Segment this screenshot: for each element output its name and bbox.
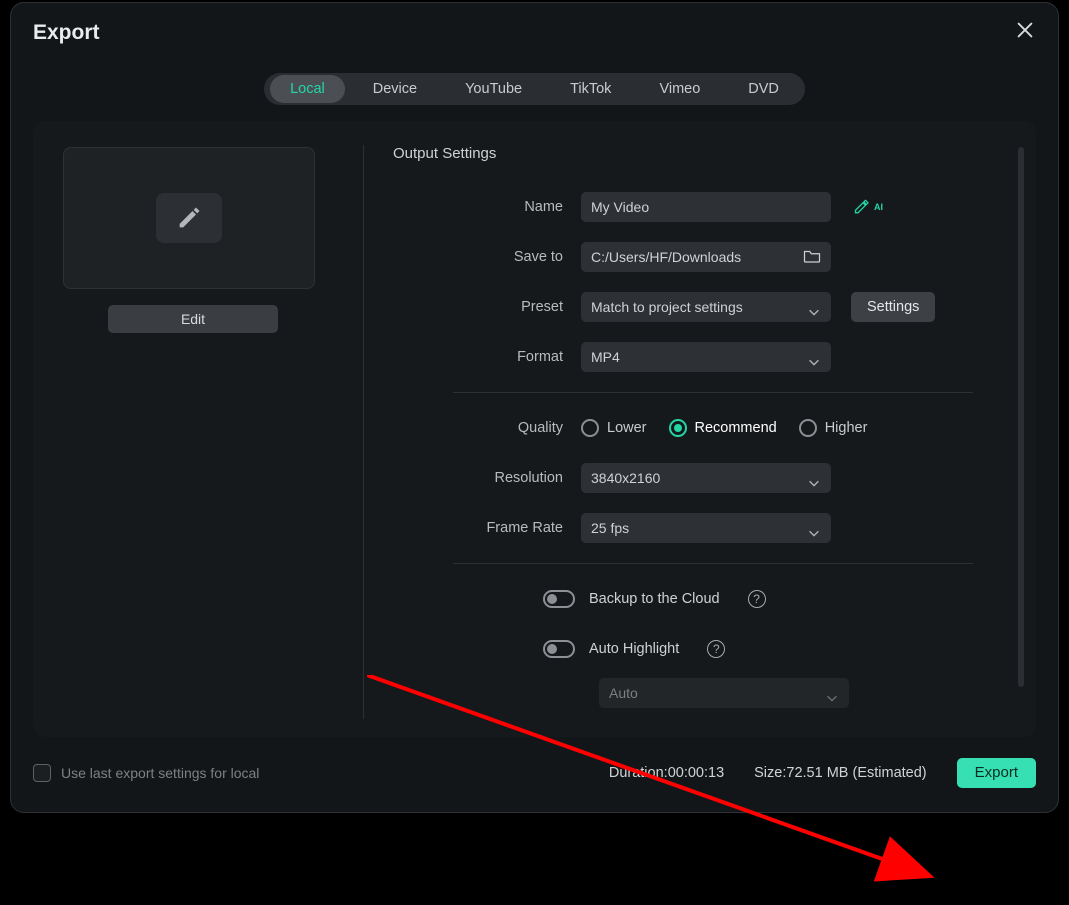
quality-higher[interactable]: Higher	[799, 419, 868, 437]
save-to-path: C:/Users/HF/Downloads	[591, 249, 741, 265]
frame-rate-select[interactable]: 25 fps	[581, 513, 831, 543]
format-select[interactable]: MP4	[581, 342, 831, 372]
size-text: Size:72.51 MB (Estimated)	[754, 765, 927, 781]
thumbnail-placeholder	[156, 193, 222, 243]
label-resolution: Resolution	[393, 470, 581, 486]
tabs-row: Local Device YouTube TikTok Vimeo DVD	[11, 73, 1058, 105]
chevron-down-icon	[807, 305, 821, 319]
auto-highlight-select[interactable]: Auto	[599, 678, 849, 708]
save-to-input[interactable]: C:/Users/HF/Downloads	[581, 242, 831, 272]
modal-footer: Use last export settings for local Durat…	[33, 756, 1036, 790]
browse-folder-button[interactable]	[803, 248, 821, 267]
preset-select[interactable]: Match to project settings	[581, 292, 831, 322]
auto-highlight-value: Auto	[609, 685, 638, 701]
row-frame-rate: Frame Rate 25 fps	[393, 503, 1008, 553]
scrollbar[interactable]	[1018, 147, 1024, 687]
preset-settings-button[interactable]: Settings	[851, 292, 935, 322]
row-name: Name My Video AI	[393, 182, 1008, 232]
auto-highlight-info-button[interactable]: ?	[707, 640, 725, 658]
backup-info-button[interactable]: ?	[748, 590, 766, 608]
folder-icon	[803, 248, 821, 264]
divider-vertical	[363, 145, 364, 719]
use-last-settings-checkbox[interactable]	[33, 764, 51, 782]
row-auto-highlight: Auto Highlight ?	[543, 624, 1008, 674]
tab-youtube[interactable]: YouTube	[445, 75, 542, 103]
tab-dvd[interactable]: DVD	[728, 75, 799, 103]
preview-column: Edit	[63, 147, 323, 333]
label-format: Format	[393, 349, 581, 365]
tab-tiktok[interactable]: TikTok	[550, 75, 631, 103]
label-name: Name	[393, 199, 581, 215]
row-preset: Preset Match to project settings Setting…	[393, 282, 1008, 332]
use-last-settings-label: Use last export settings for local	[61, 765, 259, 781]
auto-highlight-toggle[interactable]	[543, 640, 575, 658]
chevron-down-icon	[807, 355, 821, 369]
resolution-value: 3840x2160	[591, 470, 660, 486]
frame-rate-value: 25 fps	[591, 520, 629, 536]
quality-recommend[interactable]: Recommend	[669, 419, 777, 437]
pencil-icon	[175, 204, 203, 232]
backup-label: Backup to the Cloud	[589, 591, 720, 607]
export-tabs: Local Device YouTube TikTok Vimeo DVD	[264, 73, 805, 105]
format-value: MP4	[591, 349, 620, 365]
row-quality: Quality Lower Recommend Higher	[393, 403, 1008, 453]
row-auto-highlight-mode: Auto	[599, 678, 1008, 708]
row-backup: Backup to the Cloud ?	[543, 574, 1008, 624]
chevron-down-icon	[825, 691, 839, 705]
form-column: Output Settings Name My Video AI Save to	[393, 145, 1026, 713]
close-icon	[1014, 19, 1036, 41]
close-button[interactable]	[1014, 19, 1044, 49]
modal-header: Export	[11, 3, 1058, 63]
label-quality: Quality	[393, 420, 581, 436]
tab-vimeo[interactable]: Vimeo	[639, 75, 720, 103]
chevron-down-icon	[807, 476, 821, 490]
divider-2	[453, 563, 973, 564]
divider-1	[453, 392, 973, 393]
export-modal: Export Local Device YouTube TikTok Vimeo…	[10, 2, 1059, 813]
quality-lower[interactable]: Lower	[581, 419, 647, 437]
row-save-to: Save to C:/Users/HF/Downloads	[393, 232, 1008, 282]
chevron-down-icon	[807, 526, 821, 540]
backup-toggle[interactable]	[543, 590, 575, 608]
tab-device[interactable]: Device	[353, 75, 437, 103]
auto-highlight-label: Auto Highlight	[589, 641, 679, 657]
ai-pencil-icon	[853, 198, 873, 216]
row-resolution: Resolution 3840x2160	[393, 453, 1008, 503]
label-preset: Preset	[393, 299, 581, 315]
resolution-select[interactable]: 3840x2160	[581, 463, 831, 493]
export-button[interactable]: Export	[957, 758, 1036, 788]
row-format: Format MP4	[393, 332, 1008, 382]
ai-name-button[interactable]: AI	[853, 198, 883, 216]
edit-thumbnail-button[interactable]: Edit	[108, 305, 278, 333]
tab-local[interactable]: Local	[270, 75, 345, 103]
modal-title: Export	[33, 21, 100, 45]
section-title: Output Settings	[393, 145, 1008, 162]
preset-value: Match to project settings	[591, 299, 743, 315]
label-save-to: Save to	[393, 249, 581, 265]
duration-text: Duration:00:00:13	[609, 765, 724, 781]
label-frame-rate: Frame Rate	[393, 520, 581, 536]
settings-panel: Edit Output Settings Name My Video AI Sa	[33, 121, 1036, 737]
preview-thumbnail[interactable]	[63, 147, 315, 289]
name-input[interactable]: My Video	[581, 192, 831, 222]
